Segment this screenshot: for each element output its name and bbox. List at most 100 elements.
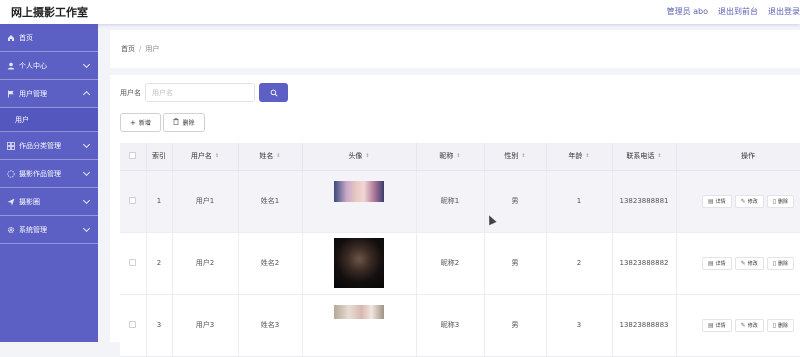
cell-nickname: 昵称1 (416, 170, 485, 233)
edit-label: 修改 (747, 322, 758, 329)
search-form: 用户名 (120, 83, 288, 102)
main-panel: 用户名 + 新增 删除 索引 用户名⇕ (110, 75, 800, 357)
cell-avatar (302, 294, 417, 357)
sidebar-item-works-management[interactable]: 摄影作品管理 (0, 160, 98, 188)
exit-to-frontend-link[interactable]: 退出到前台 (718, 6, 758, 17)
column-header-actions: 操作 (676, 143, 800, 171)
sidebar-item-user-management[interactable]: 用户管理 (0, 80, 98, 108)
avatar-image[interactable] (334, 305, 384, 319)
sort-icon[interactable]: ⇕ (365, 153, 369, 159)
send-icon (7, 198, 15, 206)
sidebar-item-photo-circle[interactable]: 摄影圈 (0, 188, 98, 216)
breadcrumb-home-link[interactable]: 首页 (121, 44, 135, 54)
column-header-age[interactable]: 年龄 ⇕ (546, 143, 613, 171)
row-checkbox[interactable] (129, 196, 137, 204)
sidebar-item-label: 个人中心 (19, 61, 47, 70)
column-header-label: 联系电话 (626, 152, 655, 161)
cell-nickname: 昵称3 (416, 294, 485, 357)
delete-button[interactable]: ▯ 删除 (766, 194, 795, 208)
cell-index: 1 (146, 170, 173, 233)
cell-avatar (302, 232, 417, 295)
cell-phone: 13823888883 (612, 294, 677, 357)
edit-label: 修改 (747, 198, 758, 205)
table-row[interactable]: 3 用户3 姓名3 昵称3 男 3 13823888883 ▤ 详情 ✎ 修改 ▯ 删… (120, 294, 800, 357)
table-row[interactable]: 2 用户2 姓名2 昵称2 男 2 13823888882 ▤ 详情 ✎ 修改 ▯ 删… (120, 232, 800, 295)
trash-icon: ▯ (772, 321, 777, 329)
cell-username: 用户3 (172, 294, 239, 357)
cell-age: 2 (546, 232, 613, 295)
add-button[interactable]: + 新增 (120, 113, 161, 132)
avatar-image[interactable] (334, 238, 384, 288)
delete-label: 删除 (778, 198, 789, 205)
column-header-label: 姓名 (259, 152, 274, 161)
edit-button[interactable]: ✎ 修改 (734, 256, 764, 270)
delete-button[interactable]: ▯ 删除 (766, 318, 795, 332)
sidebar-item-label: 摄影圈 (19, 197, 40, 206)
chevron-down-icon (82, 196, 91, 205)
detail-icon: ▤ (707, 259, 714, 267)
plus-icon: + (130, 118, 136, 127)
sidebar-item-home[interactable]: 首页 (0, 24, 98, 52)
column-header-avatar[interactable]: 头像 ⇕ (302, 143, 417, 171)
cell-phone: 13823888881 (612, 170, 677, 233)
detail-button[interactable]: ▤ 详情 (701, 256, 732, 270)
sort-icon[interactable]: ⇕ (215, 153, 219, 159)
edit-button[interactable]: ✎ 修改 (734, 194, 764, 208)
detail-label: 详情 (715, 322, 726, 329)
cell-actions: ▤ 详情 ✎ 修改 ▯ 删除 (676, 232, 800, 295)
logout-link[interactable]: 退出登录 (768, 6, 800, 17)
edit-label: 修改 (747, 260, 758, 267)
grid-icon (7, 141, 15, 150)
column-header-phone[interactable]: 联系电话 ⇕ (612, 143, 677, 171)
sort-icon[interactable]: ⇕ (456, 153, 460, 159)
search-button[interactable] (259, 83, 288, 102)
column-header-label: 头像 (348, 152, 363, 161)
delete-button[interactable]: ▯ 删除 (766, 256, 795, 270)
row-checkbox[interactable] (129, 258, 137, 266)
gear-icon (7, 226, 15, 234)
detail-button[interactable]: ▤ 详情 (701, 194, 732, 208)
column-header-gender[interactable]: 性别 ⇕ (484, 143, 547, 171)
sidebar-subitem-users[interactable]: 用户 (0, 108, 98, 132)
username-search-input[interactable] (145, 83, 255, 102)
app-title: 网上摄影工作室 (11, 6, 88, 19)
column-header-name[interactable]: 姓名 ⇕ (238, 143, 303, 171)
sidebar-item-personal-center[interactable]: 个人中心 (0, 52, 98, 80)
column-header-username[interactable]: 用户名 ⇕ (172, 143, 239, 171)
cell-age: 3 (546, 294, 613, 357)
admin-user-link[interactable]: 管理员 abo (667, 6, 708, 17)
sidebar-item-label: 系统管理 (19, 225, 47, 234)
row-checkbox-cell (120, 294, 147, 357)
sidebar-item-system-management[interactable]: 系统管理 (0, 216, 98, 244)
sort-icon[interactable]: ⇕ (585, 153, 589, 159)
cell-phone: 13823888882 (612, 232, 677, 295)
delete-button-label: 删除 (182, 120, 195, 127)
edit-button[interactable]: ✎ 修改 (734, 318, 764, 332)
row-checkbox[interactable] (129, 320, 137, 328)
sidebar-item-category-management[interactable]: 作品分类管理 (0, 132, 98, 160)
chevron-down-icon (82, 168, 91, 177)
detail-label: 详情 (715, 198, 726, 205)
cell-name: 姓名1 (238, 170, 303, 233)
cell-index: 2 (146, 232, 173, 295)
sort-icon[interactable]: ⇕ (521, 153, 525, 159)
detail-icon: ▤ (707, 321, 714, 329)
cell-gender: 男 (484, 294, 547, 357)
trash-icon (173, 118, 180, 127)
detail-button[interactable]: ▤ 详情 (701, 318, 732, 332)
batch-delete-button[interactable]: 删除 (163, 113, 205, 132)
sort-icon[interactable]: ⇕ (657, 153, 661, 159)
breadcrumb-current: 用户 (145, 45, 160, 53)
select-all-checkbox[interactable] (129, 151, 137, 159)
table-header-row: 索引 用户名 ⇕ 姓名 ⇕ 头像 ⇕ 昵称 ⇕ 性别 ⇕ 年龄 ⇕ 联系电话 ⇕ 操作 (120, 143, 800, 171)
table-row[interactable]: 1 用户1 姓名1 昵称1 男 1 13823888881 ▤ 详情 ✎ 修改 ▯ 删… (120, 170, 800, 233)
chevron-up-icon (82, 90, 91, 99)
cell-username: 用户1 (172, 170, 239, 233)
avatar-image[interactable] (334, 180, 384, 202)
column-header-nickname[interactable]: 昵称 ⇕ (416, 143, 485, 171)
cell-actions: ▤ 详情 ✎ 修改 ▯ 删除 (676, 294, 800, 357)
detail-label: 详情 (715, 260, 726, 267)
sidebar: 首页 个人中心 用户管理 用户 作品分类管理 摄影作品管理 摄影圈 系统管理 (0, 24, 98, 342)
cell-actions: ▤ 详情 ✎ 修改 ▯ 删除 (676, 170, 800, 233)
sort-icon[interactable]: ⇕ (276, 153, 280, 159)
